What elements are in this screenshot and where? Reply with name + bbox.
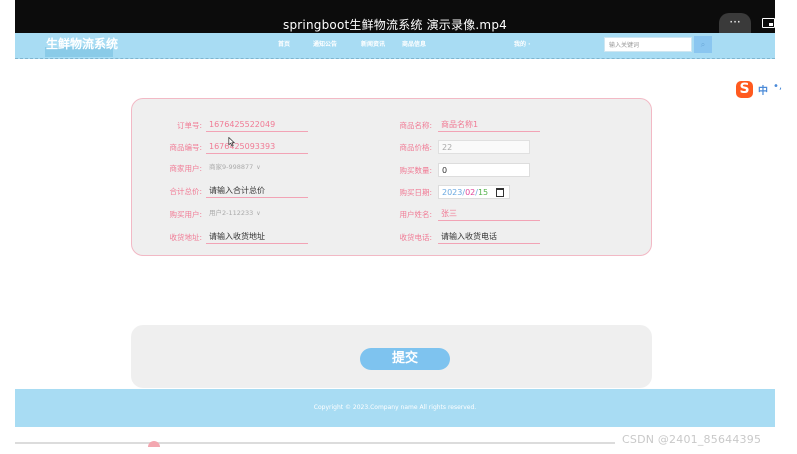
form-row-buyer: 购买用户: 用户2-112233 ∨ (132, 205, 392, 221)
nav-link-mine[interactable]: 我的 · (514, 39, 530, 48)
quantity-input[interactable]: 0 (438, 163, 530, 177)
more-options-button[interactable]: ··· (719, 13, 751, 33)
merchant-select[interactable]: 商家9-998877 ∨ (206, 161, 286, 175)
address-label: 收货地址: (169, 233, 202, 242)
form-row-phone: 收货电话: 请输入收货电话 (372, 228, 642, 244)
video-title: springboot生鲜物流系统 演示录像.mp4 (283, 18, 507, 32)
price-label: 商品价格: (399, 143, 432, 152)
buyer-select[interactable]: 用户2-112233 ∨ (206, 207, 286, 221)
phone-input[interactable]: 请输入收货电话 (438, 230, 540, 244)
nav-link-home[interactable]: 首页 (278, 39, 290, 48)
floating-widget-icon[interactable] (148, 441, 160, 447)
total-input[interactable]: 请输入合计总价 (206, 184, 308, 198)
ime-toolbar[interactable]: S 中 •, (736, 81, 783, 101)
product-name-label: 商品名称: (399, 121, 432, 130)
user-name-label: 用户姓名: (399, 210, 432, 219)
copyright-text: Copyright © 2023.Company name All rights… (313, 404, 477, 411)
product-code-label: 商品编号: (169, 143, 202, 152)
date-year: 2023 (442, 188, 463, 197)
merchant-label: 商家用户: (169, 164, 202, 173)
mouse-cursor-icon (228, 137, 236, 147)
site-footer: Copyright © 2023.Company name All rights… (15, 389, 775, 427)
order-no-label: 订单号: (176, 121, 202, 130)
form-row-product-code: 商品编号: 1676425093393 (132, 138, 392, 154)
form-row-product-name: 商品名称: 商品名称1 (372, 116, 642, 132)
date-input[interactable]: 2023/02/15 (438, 185, 510, 199)
order-form: 订单号: 1676425522049 商品编号: 1676425093393 商… (131, 98, 652, 256)
date-label: 购买日期: (399, 188, 432, 197)
form-row-order-no: 订单号: 1676425522049 (132, 116, 392, 132)
chevron-down-icon: ∨ (256, 164, 261, 171)
merchant-value: 商家9-998877 (209, 163, 254, 171)
picture-in-picture-icon[interactable] (762, 18, 775, 28)
form-row-address: 收货地址: 请输入收货地址 (132, 228, 392, 244)
csdn-watermark: CSDN @2401_85644395 (622, 433, 762, 446)
form-row-price: 商品价格: 22 (372, 138, 642, 154)
phone-label: 收货电话: (399, 233, 432, 242)
video-title-bar: springboot生鲜物流系统 演示录像.mp4 ··· (15, 0, 775, 33)
order-no-field[interactable]: 1676425522049 (206, 118, 308, 132)
sogou-logo-icon: S (736, 81, 753, 98)
product-code-field[interactable]: 1676425093393 (206, 140, 308, 154)
form-row-date: 购买日期: 2023/02/15 (372, 183, 642, 199)
form-row-quantity: 购买数量: 0 (372, 161, 642, 177)
form-row-merchant: 商家用户: 商家9-998877 ∨ (132, 159, 392, 175)
calendar-icon[interactable] (496, 188, 505, 197)
submit-panel: 提交 (131, 325, 652, 388)
site-navbar: 生鲜物流系统 首页 通知公告 新闻资讯 商品信息 我的 · 输入关键词 ⌕ (15, 33, 775, 59)
ime-mode: 中 (758, 86, 768, 97)
address-input[interactable]: 请输入收货地址 (206, 230, 308, 244)
nav-link-news[interactable]: 新闻资讯 (361, 39, 385, 48)
product-name-field[interactable]: 商品名称1 (438, 118, 540, 132)
search-icon: ⌕ (700, 40, 706, 49)
ime-punct: •, (773, 81, 783, 92)
date-day: 15 (477, 188, 489, 197)
quantity-label: 购买数量: (399, 166, 432, 175)
bottom-divider (15, 442, 615, 444)
search-button[interactable]: ⌕ (694, 36, 712, 53)
date-month: 02 (465, 188, 476, 197)
user-name-field[interactable]: 张三 (438, 207, 540, 221)
chevron-down-icon: ∨ (256, 210, 261, 217)
form-row-total: 合计总价: 请输入合计总价 (132, 182, 392, 198)
nav-link-notices[interactable]: 通知公告 (313, 39, 337, 48)
buyer-value: 用户2-112233 (209, 209, 254, 217)
buyer-label: 购买用户: (169, 210, 202, 219)
nav-link-products[interactable]: 商品信息 (402, 39, 426, 48)
search-input[interactable]: 输入关键词 (604, 37, 692, 52)
total-label: 合计总价: (169, 187, 202, 196)
price-field[interactable]: 22 (438, 140, 530, 154)
site-brand[interactable]: 生鲜物流系统 (46, 35, 118, 52)
form-row-user-name: 用户姓名: 张三 (372, 205, 642, 221)
submit-button[interactable]: 提交 (360, 348, 450, 370)
